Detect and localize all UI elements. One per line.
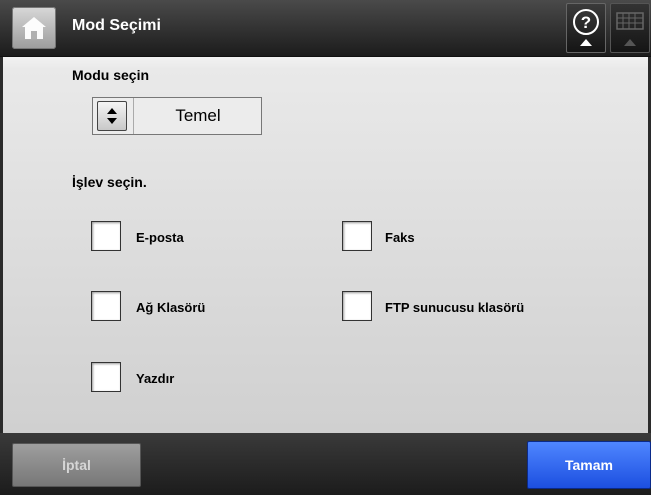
ok-button[interactable]: Tamam (527, 441, 651, 489)
bottom-bar: İptal Tamam (0, 433, 651, 495)
content-panel: Modu seçin Temel İşlev seçin. E-posta Fa… (3, 57, 648, 433)
checkbox-label-print: Yazdır (136, 371, 175, 386)
svg-text:?: ? (581, 13, 591, 32)
home-icon (22, 17, 46, 39)
checkbox-label-fax: Faks (385, 230, 415, 245)
checkbox-label-network-folder: Ağ Klasörü (136, 300, 206, 315)
checkbox-email[interactable] (91, 221, 121, 251)
top-bar: Mod Seçimi ? (0, 0, 651, 57)
page-title: Mod Seçimi (72, 17, 161, 34)
checkbox-fax[interactable] (342, 221, 372, 251)
cancel-button[interactable]: İptal (12, 443, 141, 487)
mode-spin-button[interactable] (97, 101, 127, 131)
up-down-arrows-icon (107, 108, 117, 124)
checkbox-label-ftp-folder: FTP sunucusu klasörü (385, 300, 525, 315)
function-label: İşlev seçin. (72, 174, 147, 190)
help-button[interactable]: ? (566, 3, 606, 53)
mode-select[interactable]: Temel (92, 97, 262, 135)
home-button[interactable] (12, 7, 56, 49)
checkbox-ftp-folder[interactable] (342, 291, 372, 321)
checkbox-network-folder[interactable] (91, 291, 121, 321)
keyboard-icon (616, 12, 644, 46)
mode-value: Temel (133, 98, 262, 134)
checkbox-label-email: E-posta (136, 230, 184, 245)
mode-label: Modu seçin (72, 67, 150, 83)
checkbox-print[interactable] (91, 362, 121, 392)
keyboard-button[interactable] (610, 3, 650, 53)
help-icon: ? (573, 9, 599, 46)
